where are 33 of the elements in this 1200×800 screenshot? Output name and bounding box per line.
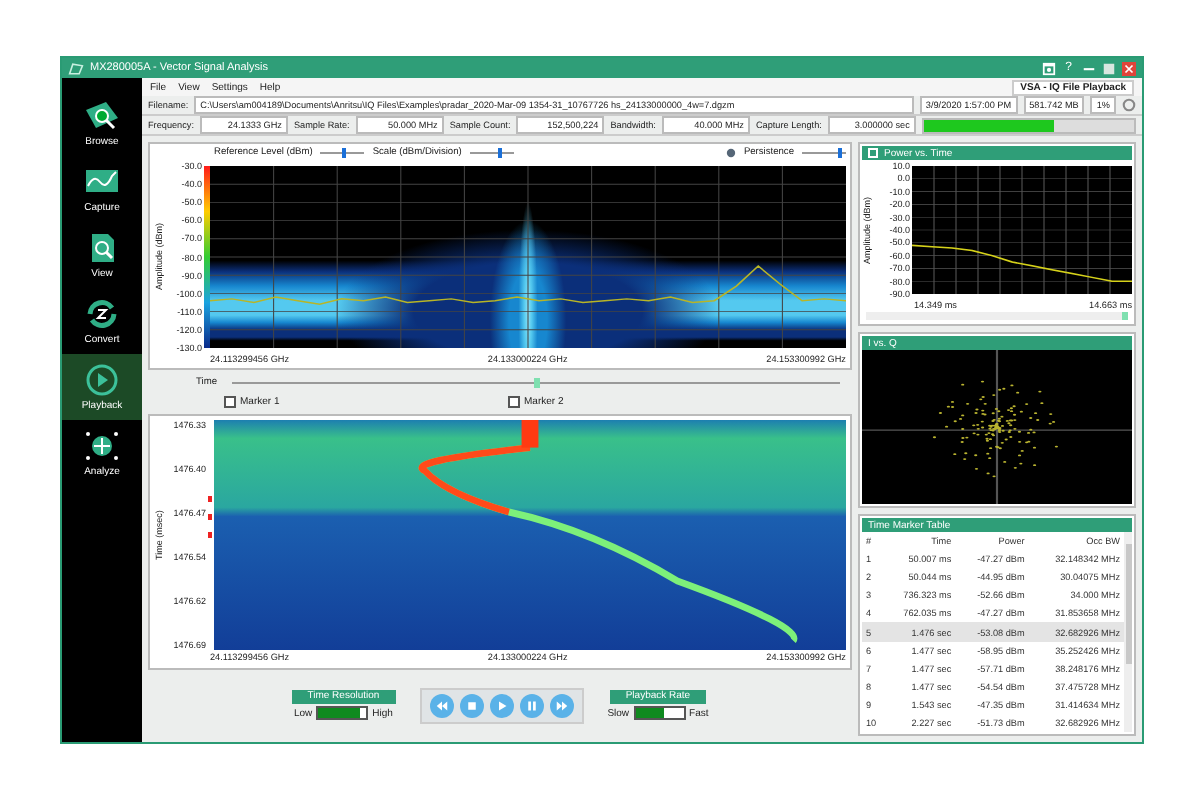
marker-flag-icon [208, 514, 212, 520]
network-icon [82, 429, 122, 461]
stop-icon [465, 699, 478, 711]
line-series [912, 244, 1132, 283]
rewind-icon [435, 699, 448, 711]
maximize-icon[interactable] [1102, 61, 1116, 75]
circular-arrows-icon [82, 297, 122, 329]
pause-button[interactable] [519, 693, 544, 717]
waveform-screen-icon [82, 165, 122, 197]
close-icon[interactable] [1122, 61, 1136, 75]
play-icon [82, 363, 122, 395]
playback-rate-slider[interactable] [633, 706, 686, 720]
circle-icon[interactable] [1122, 98, 1136, 112]
pause-icon [525, 699, 538, 711]
slider-thumb[interactable] [837, 148, 842, 158]
slider-thumb[interactable] [534, 377, 541, 387]
play-button[interactable] [489, 693, 514, 717]
magnifier-icon [82, 99, 122, 131]
fast-forward-button[interactable] [549, 693, 574, 717]
stop-button[interactable] [459, 693, 484, 717]
marker-flag-icon [208, 496, 212, 502]
play-icon [495, 699, 508, 711]
persistence-icon [725, 148, 736, 158]
slider-thumb[interactable] [498, 148, 503, 158]
slider-thumb[interactable] [342, 148, 347, 158]
collapse-icon[interactable] [868, 148, 878, 158]
rewind-button[interactable] [429, 693, 454, 717]
app-icon [68, 61, 84, 75]
time-resolution-slider[interactable] [316, 706, 369, 720]
line-series [210, 265, 846, 306]
scrollbar[interactable] [1124, 532, 1132, 732]
forward-icon [555, 699, 568, 711]
marker-flag-icon [208, 532, 212, 538]
